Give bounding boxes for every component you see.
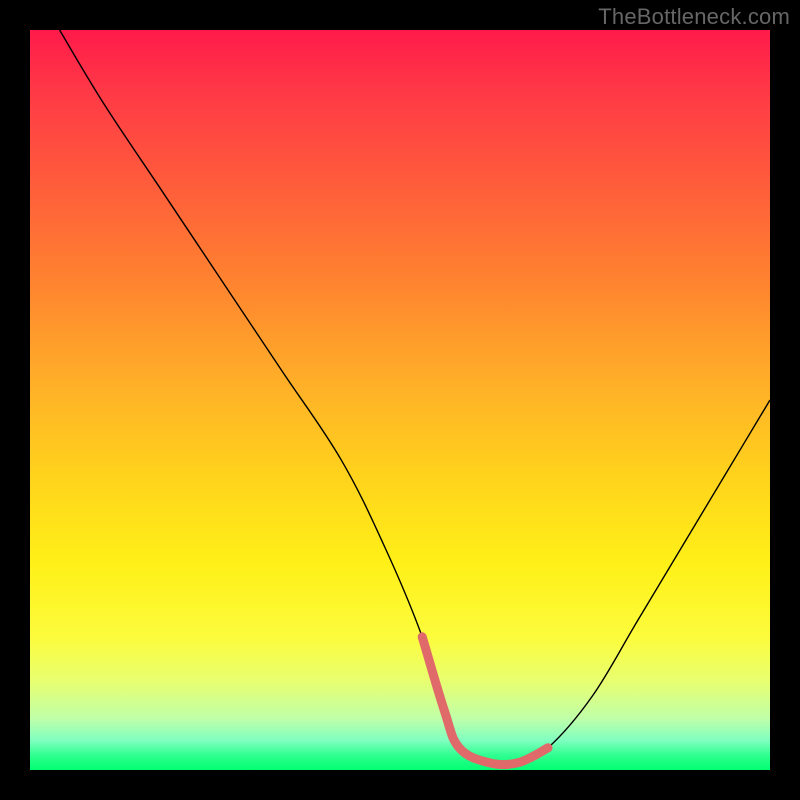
bottleneck-curve bbox=[60, 30, 770, 765]
optimal-range-highlight bbox=[422, 637, 548, 765]
bottleneck-chart bbox=[30, 30, 770, 770]
watermark-text: TheBottleneck.com bbox=[598, 4, 790, 30]
